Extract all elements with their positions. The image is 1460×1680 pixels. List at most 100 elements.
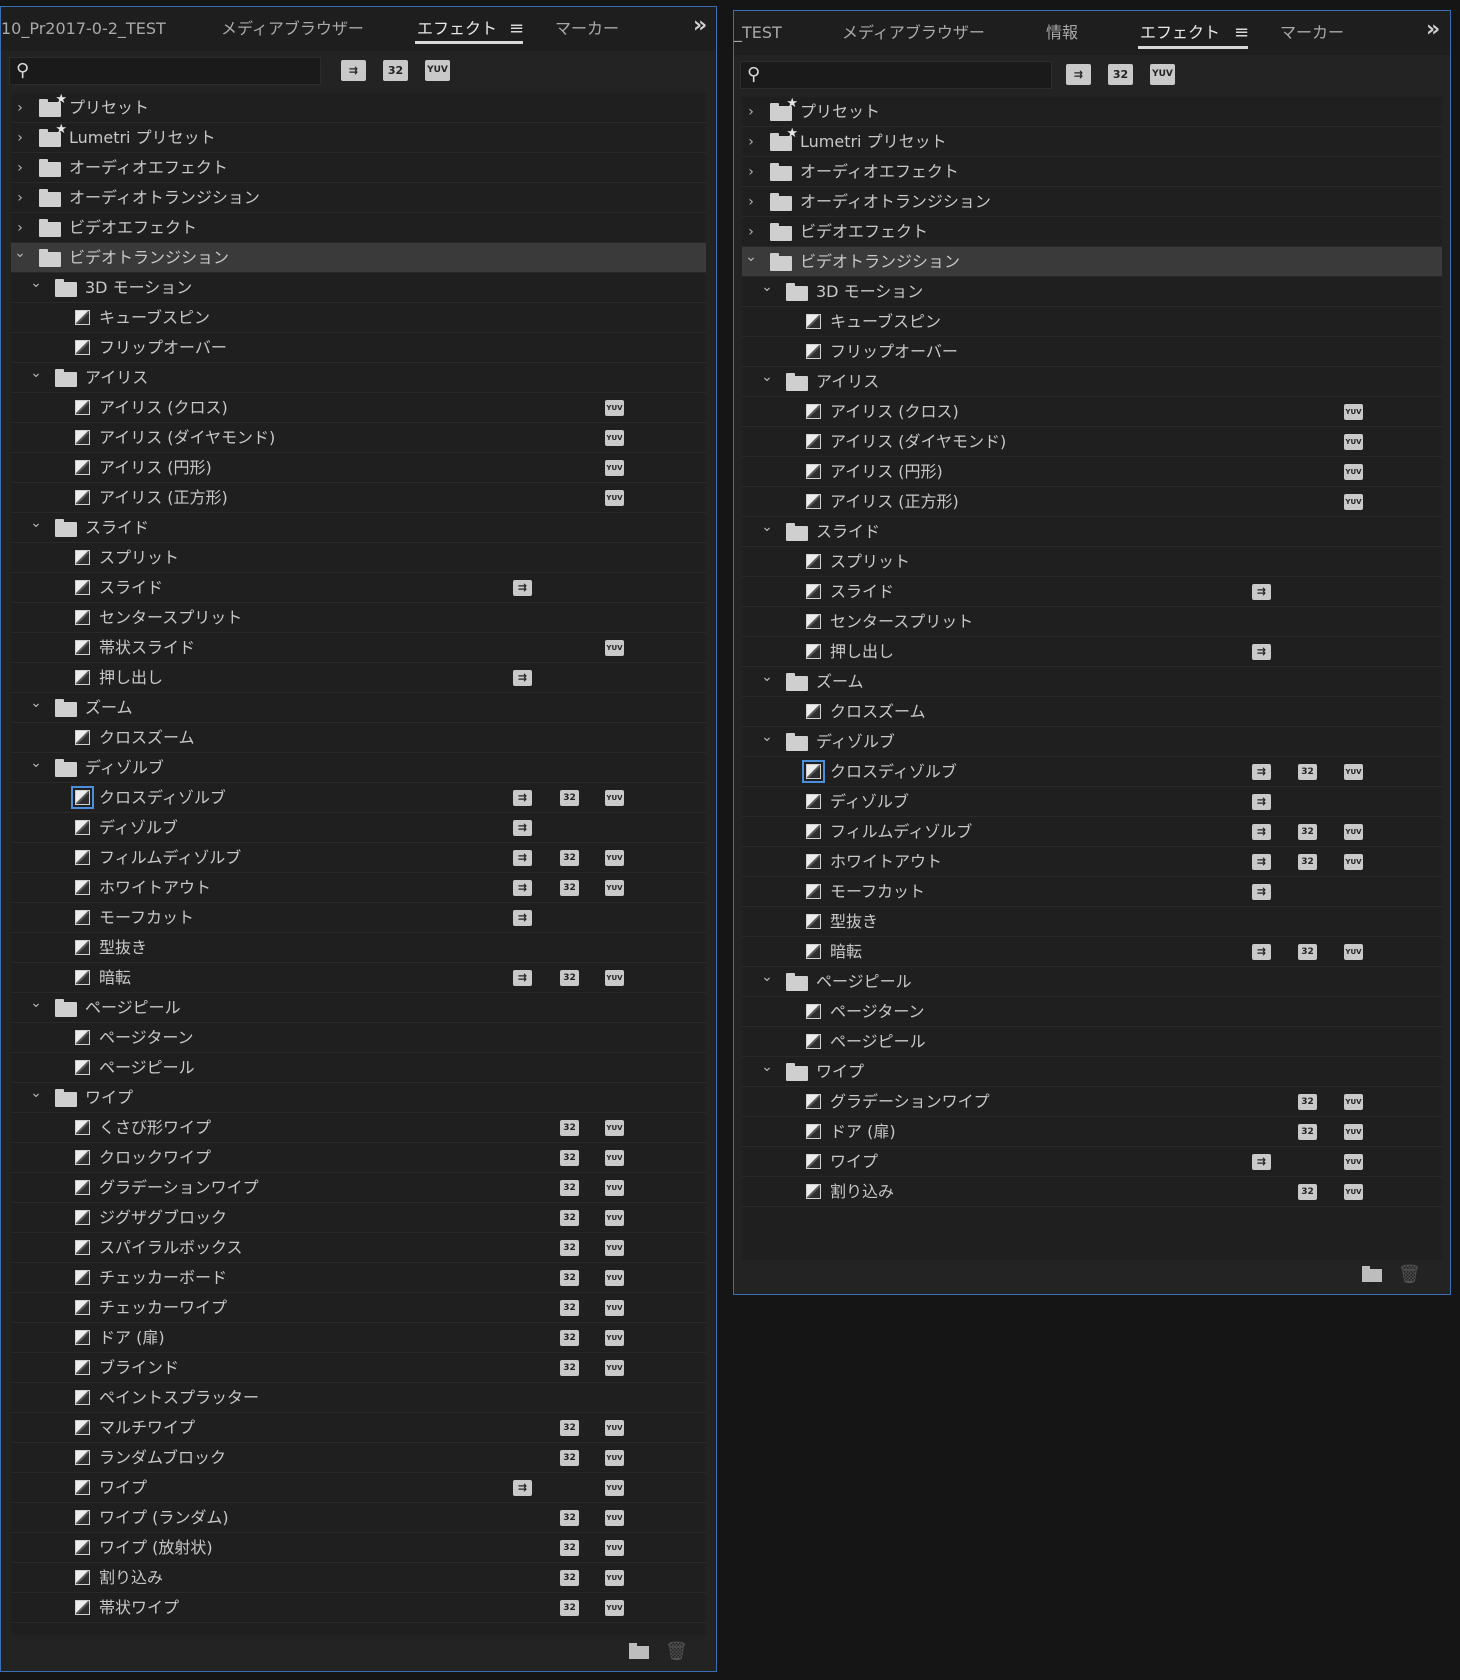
effect-row[interactable]: クロスディゾルブ ⇉ 32 YUV [742, 757, 1442, 787]
new-bin-icon[interactable] [629, 1643, 649, 1659]
folder-row[interactable]: ⌄ アイリス [742, 367, 1442, 397]
folder-row[interactable]: ⌄ ディゾルブ [742, 727, 1442, 757]
effect-row[interactable]: ホワイトアウト ⇉ 32 YUV [11, 873, 706, 903]
chevron-right-icon[interactable]: › [744, 157, 758, 187]
chevron-down-icon[interactable]: ⌄ [760, 662, 774, 692]
effect-row[interactable]: チェッカーワイプ 32 YUV [11, 1293, 706, 1323]
new-bin-icon[interactable] [1362, 1266, 1382, 1282]
folder-row[interactable]: ⌄ ワイプ [742, 1057, 1442, 1087]
accelerated-filter-button[interactable]: ⇉ [1066, 64, 1091, 85]
chevron-down-icon[interactable]: ⌄ [13, 238, 27, 268]
effect-row[interactable]: アイリス (ダイヤモンド) YUV [11, 423, 706, 453]
tab-info[interactable]: 情報 [1046, 11, 1078, 55]
effect-row[interactable]: モーフカット ⇉ [742, 877, 1442, 907]
folder-row[interactable]: ⌄ ページピール [742, 967, 1442, 997]
chevron-down-icon[interactable]: ⌄ [760, 362, 774, 392]
folder-row[interactable]: › ★ Lumetri プリセット [11, 123, 706, 153]
chevron-down-icon[interactable]: ⌄ [29, 748, 43, 778]
tab-effects[interactable]: エフェクト [417, 7, 497, 51]
effect-row[interactable]: チェッカーボード 32 YUV [11, 1263, 706, 1293]
effect-row[interactable]: ドア (扉) 32 YUV [11, 1323, 706, 1353]
trash-icon[interactable]: 🗑 [1398, 1264, 1421, 1285]
effect-row[interactable]: スライド ⇉ [742, 577, 1442, 607]
chevron-right-icon[interactable]: › [744, 97, 758, 127]
effect-row[interactable]: センタースプリット [11, 603, 706, 633]
chevron-down-icon[interactable]: ⌄ [29, 988, 43, 1018]
effect-row[interactable]: 暗転 ⇉ 32 YUV [11, 963, 706, 993]
chevron-down-icon[interactable]: ⌄ [760, 512, 774, 542]
folder-row[interactable]: › オーディオエフェクト [11, 153, 706, 183]
effect-row[interactable]: ペイントスプラッター [11, 1383, 706, 1413]
chevron-down-icon[interactable]: ⌄ [744, 242, 758, 272]
search-box[interactable]: ⚲ [9, 57, 321, 85]
effect-row[interactable]: 型抜き [11, 933, 706, 963]
effect-row[interactable]: ページピール [742, 1027, 1442, 1057]
overflow-chevrons-icon[interactable]: » [1426, 11, 1440, 55]
effect-row[interactable]: ワイプ (放射状) 32 YUV [11, 1533, 706, 1563]
effect-row[interactable]: グラデーションワイプ 32 YUV [742, 1087, 1442, 1117]
effect-row[interactable]: 帯状ワイプ 32 YUV [11, 1593, 706, 1623]
effect-row[interactable]: アイリス (正方形) YUV [742, 487, 1442, 517]
yuv-filter-button[interactable]: YUV [1150, 64, 1175, 85]
chevron-right-icon[interactable]: › [13, 93, 27, 123]
tab-media-browser[interactable]: メディアブラウザー [221, 7, 364, 51]
tab-markers[interactable]: マーカー [555, 7, 619, 51]
folder-row[interactable]: › ビデオエフェクト [11, 213, 706, 243]
tab-markers[interactable]: マーカー [1280, 11, 1344, 55]
effect-row[interactable]: 暗転 ⇉ 32 YUV [742, 937, 1442, 967]
effect-row[interactable]: マルチワイプ 32 YUV [11, 1413, 706, 1443]
tab-project[interactable]: 10_Pr2017-0-2_TEST [1, 7, 166, 51]
effect-row[interactable]: ワイプ (ランダム) 32 YUV [11, 1503, 706, 1533]
effect-row[interactable]: ランダムブロック 32 YUV [11, 1443, 706, 1473]
chevron-right-icon[interactable]: › [13, 153, 27, 183]
effect-row[interactable]: ジグザグブロック 32 YUV [11, 1203, 706, 1233]
chevron-down-icon[interactable]: ⌄ [760, 272, 774, 302]
effect-row[interactable]: アイリス (正方形) YUV [11, 483, 706, 513]
folder-row[interactable]: ⌄ ズーム [742, 667, 1442, 697]
effect-row[interactable]: ブラインド 32 YUV [11, 1353, 706, 1383]
folder-row[interactable]: › ビデオエフェクト [742, 217, 1442, 247]
chevron-right-icon[interactable]: › [744, 187, 758, 217]
search-box[interactable]: ⚲ [740, 61, 1052, 89]
effect-row[interactable]: クロスズーム [742, 697, 1442, 727]
effect-row[interactable]: ページターン [742, 997, 1442, 1027]
effect-row[interactable]: クロスズーム [11, 723, 706, 753]
chevron-down-icon[interactable]: ⌄ [29, 688, 43, 718]
folder-row[interactable]: ⌄ スライド [11, 513, 706, 543]
search-input[interactable] [40, 61, 316, 83]
effect-row[interactable]: ディゾルブ ⇉ [11, 813, 706, 843]
trash-icon[interactable]: 🗑 [665, 1641, 688, 1662]
chevron-down-icon[interactable]: ⌄ [760, 1052, 774, 1082]
effect-row[interactable]: アイリス (円形) YUV [11, 453, 706, 483]
chevron-down-icon[interactable]: ⌄ [760, 962, 774, 992]
folder-row[interactable]: ⌄ ズーム [11, 693, 706, 723]
folder-row[interactable]: ⌄ スライド [742, 517, 1442, 547]
folder-row[interactable]: ⌄ ページピール [11, 993, 706, 1023]
chevron-right-icon[interactable]: › [13, 123, 27, 153]
folder-row[interactable]: › オーディオトランジション [742, 187, 1442, 217]
folder-row[interactable]: ⌄ アイリス [11, 363, 706, 393]
effect-row[interactable]: ホワイトアウト ⇉ 32 YUV [742, 847, 1442, 877]
folder-row[interactable]: ⌄ 3D モーション [11, 273, 706, 303]
32bit-filter-button[interactable]: 32 [1108, 64, 1133, 85]
folder-row[interactable]: › オーディオエフェクト [742, 157, 1442, 187]
folder-row[interactable]: ⌄ ビデオトランジション [742, 247, 1442, 277]
effect-row[interactable]: 割り込み 32 YUV [742, 1177, 1442, 1207]
effect-row[interactable]: 型抜き [742, 907, 1442, 937]
effect-row[interactable]: フリップオーバー [742, 337, 1442, 367]
effect-row[interactable]: 割り込み 32 YUV [11, 1563, 706, 1593]
effect-row[interactable]: ディゾルブ ⇉ [742, 787, 1442, 817]
effect-row[interactable]: モーフカット ⇉ [11, 903, 706, 933]
panel-menu-icon[interactable]: ≡ [509, 7, 524, 51]
effect-row[interactable]: ワイプ ⇉ YUV [11, 1473, 706, 1503]
effect-row[interactable]: 帯状スライド YUV [11, 633, 706, 663]
folder-row[interactable]: ⌄ ディゾルブ [11, 753, 706, 783]
overflow-chevrons-icon[interactable]: » [693, 7, 707, 51]
effect-row[interactable]: センタースプリット [742, 607, 1442, 637]
chevron-right-icon[interactable]: › [744, 127, 758, 157]
tab-media-browser[interactable]: メディアブラウザー [842, 11, 985, 55]
chevron-down-icon[interactable]: ⌄ [29, 1078, 43, 1108]
chevron-down-icon[interactable]: ⌄ [29, 268, 43, 298]
effect-row[interactable]: くさび形ワイプ 32 YUV [11, 1113, 706, 1143]
32bit-filter-button[interactable]: 32 [383, 60, 408, 81]
